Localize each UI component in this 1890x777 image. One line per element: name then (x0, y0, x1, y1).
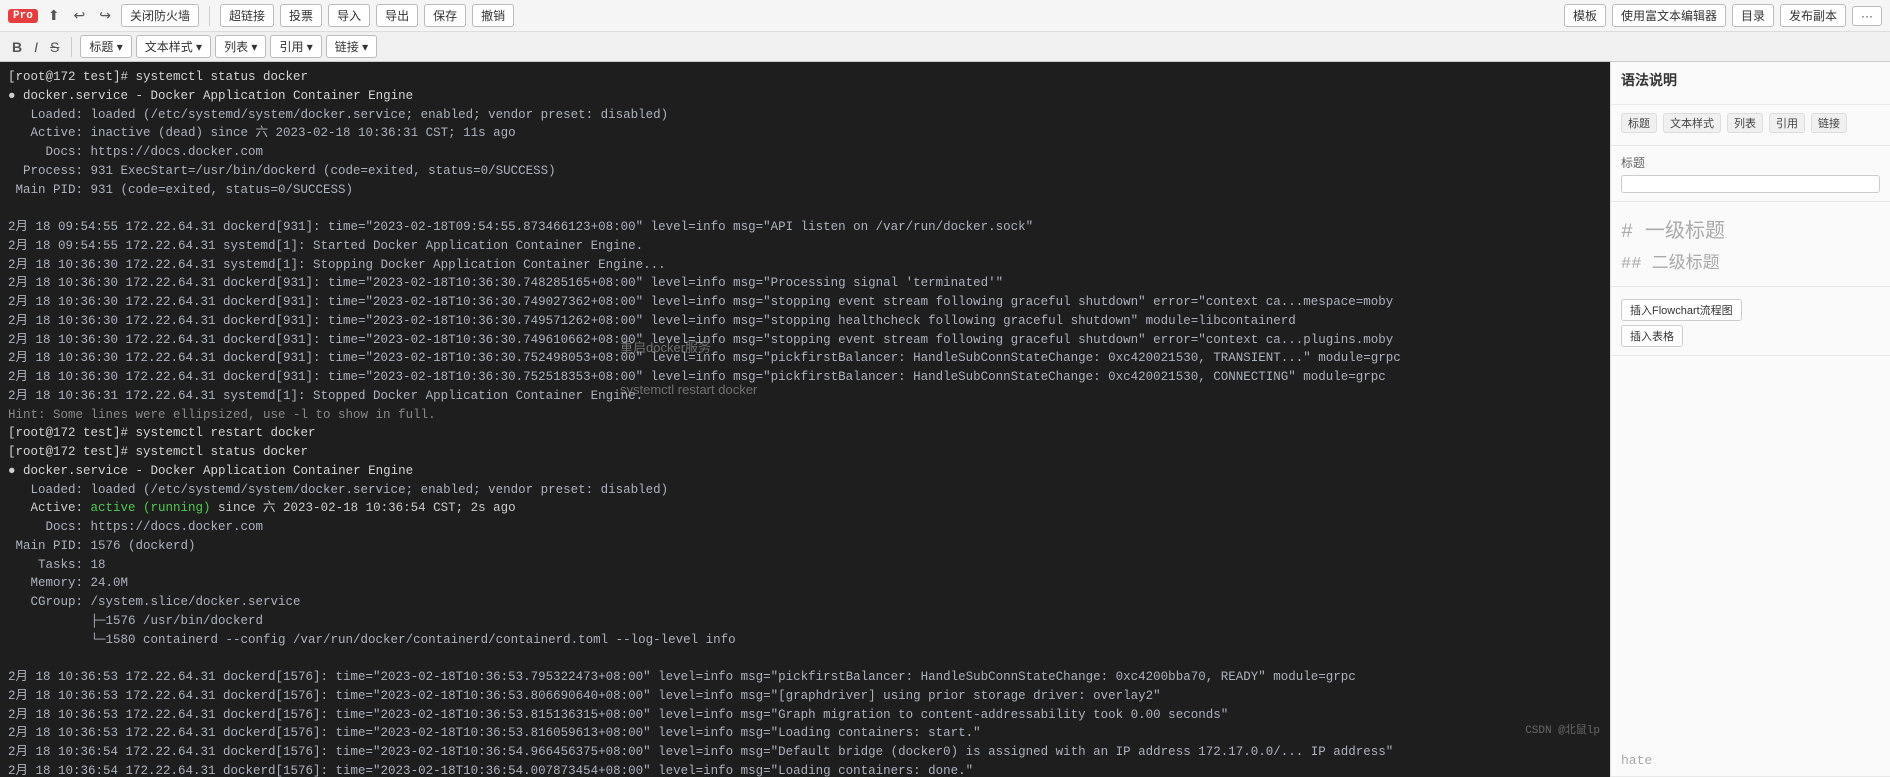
right-panel: 语法说明 标题 文本样式 列表 引用 链接 标题 # 一级标题 ## 二级标题 … (1610, 62, 1890, 777)
right-panel-header: 语法说明 (1611, 62, 1890, 105)
strike-btn[interactable]: S (46, 37, 63, 57)
rp-btn-row2: 插入表格 (1621, 325, 1880, 347)
tag-text-style[interactable]: 文本样式 (1663, 113, 1721, 133)
template-btn[interactable]: 模板 (1564, 4, 1606, 27)
toolbar: Pro ⬆ ↩ ↪ 关闭防火墙 超链接 投票 导入 导出 保存 撤销 模板 使用… (0, 0, 1890, 62)
cancel-btn[interactable]: 撤销 (472, 4, 514, 27)
main-area: [root@172 test]# systemctl status docker… (0, 62, 1890, 777)
tag-quote[interactable]: 引用 (1769, 113, 1805, 133)
heading-btn[interactable]: 标题 ▾ (80, 35, 131, 58)
more-btn[interactable]: ··· (1852, 6, 1882, 26)
insert-flowchart-btn[interactable]: 插入Flowchart流程图 (1621, 299, 1742, 321)
title-input[interactable] (1621, 175, 1880, 193)
toc-btn[interactable]: 目录 (1732, 4, 1774, 27)
upload-icon-btn[interactable]: ⬆ (44, 5, 64, 26)
rp-btn-row1: 插入Flowchart流程图 (1621, 299, 1880, 321)
headings-preview-section: # 一级标题 ## 二级标题 (1611, 202, 1890, 287)
heading2-preview: ## 二级标题 (1621, 248, 1880, 274)
title-label: 标题 (1621, 154, 1880, 171)
bold-btn[interactable]: B (8, 37, 26, 57)
toolbar-row2: B I S 标题 ▾ 文本样式 ▾ 列表 ▾ 引用 ▾ 链接 ▾ (0, 32, 1890, 61)
tag-heading[interactable]: 标题 (1621, 113, 1657, 133)
toolbar-row1: Pro ⬆ ↩ ↪ 关闭防火墙 超链接 投票 导入 导出 保存 撤销 模板 使用… (0, 0, 1890, 32)
csdn-watermark: CSDN @北鼠lp (1525, 721, 1600, 737)
insert-table-btn[interactable]: 插入表格 (1621, 325, 1683, 347)
rich-editor-btn[interactable]: 使用富文本编辑器 (1612, 4, 1726, 27)
import-btn[interactable]: 导入 (328, 4, 370, 27)
italic-btn[interactable]: I (30, 37, 42, 57)
insert-buttons-section: 插入Flowchart流程图 插入表格 (1611, 287, 1890, 356)
hate-section: hate (1611, 745, 1890, 777)
link-btn[interactable]: 链接 ▾ (326, 35, 377, 58)
title-section: 标题 (1611, 146, 1890, 202)
tag-link[interactable]: 链接 (1811, 113, 1847, 133)
heading1-preview: # 一级标题 (1621, 214, 1880, 244)
sep2 (71, 37, 72, 57)
pro-badge: Pro (8, 9, 38, 23)
formatting-tags-section: 标题 文本样式 列表 引用 链接 (1611, 105, 1890, 146)
tag-list[interactable]: 列表 (1727, 113, 1763, 133)
right-panel-title: 语法说明 (1621, 70, 1880, 90)
redo-btn[interactable]: ↪ (95, 5, 115, 26)
text-style-btn[interactable]: 文本样式 ▾ (136, 35, 211, 58)
hyperlink-btn[interactable]: 超链接 (220, 4, 274, 27)
firewall-btn[interactable]: 关闭防火墙 (121, 4, 199, 27)
export-btn[interactable]: 导出 (376, 4, 418, 27)
sep1 (209, 6, 210, 26)
hate-text: hate (1621, 753, 1652, 768)
vote-btn[interactable]: 投票 (280, 4, 322, 27)
list-btn[interactable]: 列表 ▾ (215, 35, 266, 58)
save-btn[interactable]: 保存 (424, 4, 466, 27)
formatting-tags-row: 标题 文本样式 列表 引用 链接 (1621, 113, 1880, 133)
terminal[interactable]: [root@172 test]# systemctl status docker… (0, 62, 1610, 777)
publish-copy-btn[interactable]: 发布副本 (1780, 4, 1846, 27)
quote-btn[interactable]: 引用 ▾ (270, 35, 321, 58)
undo-btn[interactable]: ↩ (70, 5, 90, 26)
